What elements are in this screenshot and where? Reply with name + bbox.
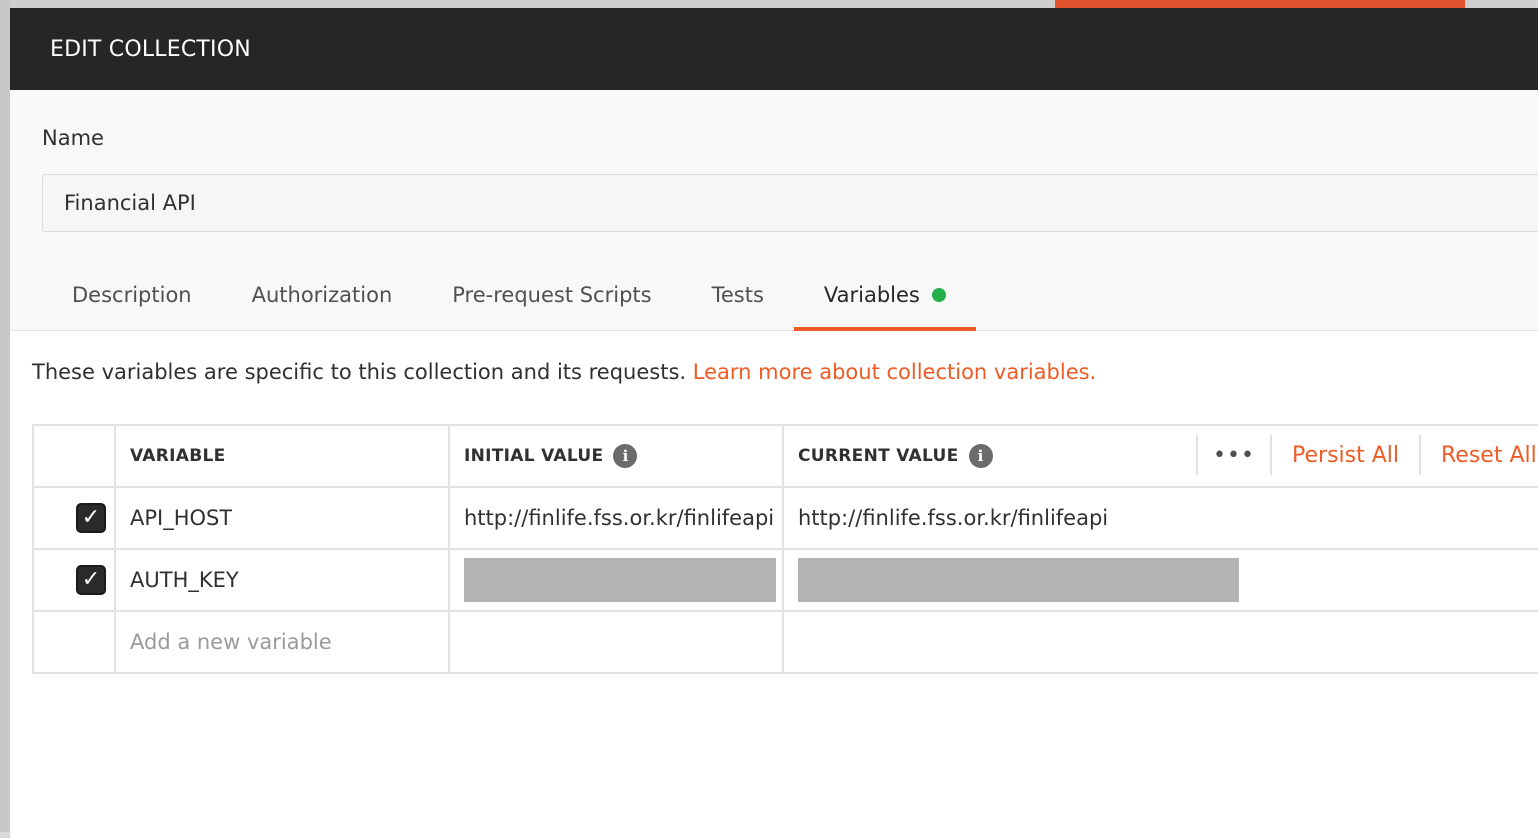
variable-key: API_HOST bbox=[130, 506, 233, 530]
info-icon[interactable]: i bbox=[968, 444, 993, 468]
more-options-button[interactable]: ••• bbox=[1198, 443, 1270, 468]
collection-settings-area: Name Financial API Description Authoriza… bbox=[10, 90, 1538, 331]
table-row: ✓ API_HOST http://finlife.fss.or.kr/finl… bbox=[34, 488, 1538, 550]
collection-tabs: Description Authorization Pre-request Sc… bbox=[42, 260, 976, 331]
tab-pre-request-scripts[interactable]: Pre-request Scripts bbox=[422, 260, 681, 330]
variables-indicator-dot bbox=[931, 288, 946, 302]
checkmark-icon: ✓ bbox=[81, 505, 101, 530]
initial-value: http://finlife.fss.or.kr/finlifeapi bbox=[464, 506, 775, 530]
header-current-value-label: CURRENT VALUE bbox=[798, 446, 959, 466]
new-initial-value-cell[interactable] bbox=[450, 612, 784, 672]
info-icon[interactable]: i bbox=[613, 444, 638, 468]
header-checkbox-cell bbox=[34, 426, 116, 486]
variable-key-cell[interactable]: AUTH_KEY bbox=[116, 550, 450, 610]
tab-authorization[interactable]: Authorization bbox=[222, 260, 423, 330]
redacted-initial-value bbox=[464, 558, 776, 602]
current-value: http://finlife.fss.or.kr/finlifeapi bbox=[798, 506, 1109, 530]
variable-key-cell[interactable]: API_HOST bbox=[116, 488, 450, 548]
row-checkbox-cell bbox=[34, 612, 116, 672]
current-value-cell[interactable] bbox=[784, 550, 1538, 610]
header-initial-value-label: INITIAL VALUE bbox=[464, 446, 604, 466]
tab-pre-request-scripts-label: Pre-request Scripts bbox=[452, 283, 652, 307]
header-variable-label: VARIABLE bbox=[130, 446, 226, 466]
backdrop-left-strip bbox=[0, 0, 10, 832]
tab-variables-label: Variables bbox=[823, 283, 920, 307]
backdrop-button-edge bbox=[1055, 0, 1465, 8]
checkmark-icon: ✓ bbox=[81, 567, 101, 592]
variables-description: These variables are specific to this col… bbox=[32, 360, 1096, 384]
tab-description-label: Description bbox=[72, 283, 192, 307]
new-variable-row: Add a new variable bbox=[34, 612, 1538, 674]
enabled-checkbox[interactable]: ✓ bbox=[76, 565, 106, 595]
persist-all-button[interactable]: Persist All bbox=[1272, 443, 1419, 468]
variable-key: AUTH_KEY bbox=[130, 568, 239, 592]
new-variable-key-cell[interactable]: Add a new variable bbox=[116, 612, 450, 672]
header-variable: VARIABLE bbox=[116, 426, 450, 486]
current-value-cell[interactable]: http://finlife.fss.or.kr/finlifeapi bbox=[784, 488, 1538, 548]
header-current-value: CURRENT VALUE i ••• Persist All Reset Al… bbox=[784, 426, 1538, 486]
table-header-actions: ••• Persist All Reset All bbox=[1196, 426, 1538, 484]
add-variable-placeholder: Add a new variable bbox=[130, 630, 332, 654]
initial-value-cell[interactable]: http://finlife.fss.or.kr/finlifeapi bbox=[450, 488, 784, 548]
variables-description-text: These variables are specific to this col… bbox=[32, 360, 687, 384]
modal-title: EDIT COLLECTION bbox=[50, 36, 251, 62]
modal-header: EDIT COLLECTION bbox=[10, 8, 1538, 90]
collection-name-input[interactable]: Financial API bbox=[42, 174, 1538, 232]
table-row: ✓ AUTH_KEY bbox=[34, 550, 1538, 612]
learn-more-link[interactable]: Learn more about collection variables. bbox=[693, 360, 1096, 384]
tab-variables[interactable]: Variables bbox=[793, 260, 976, 331]
tab-description[interactable]: Description bbox=[42, 260, 222, 330]
new-current-value-cell[interactable] bbox=[784, 612, 1538, 672]
variables-table: VARIABLE INITIAL VALUE i CURRENT VALUE i… bbox=[32, 424, 1538, 674]
redacted-current-value bbox=[798, 558, 1239, 602]
tab-tests-label: Tests bbox=[711, 283, 764, 307]
collection-name-value: Financial API bbox=[64, 191, 196, 215]
reset-all-button[interactable]: Reset All bbox=[1421, 443, 1538, 468]
row-checkbox-cell: ✓ bbox=[34, 550, 116, 610]
name-label: Name bbox=[42, 126, 104, 150]
tab-authorization-label: Authorization bbox=[251, 283, 393, 307]
tab-tests[interactable]: Tests bbox=[682, 260, 794, 330]
initial-value-cell[interactable] bbox=[450, 550, 784, 610]
table-header-row: VARIABLE INITIAL VALUE i CURRENT VALUE i… bbox=[34, 426, 1538, 488]
header-initial-value: INITIAL VALUE i bbox=[450, 426, 784, 486]
row-checkbox-cell: ✓ bbox=[34, 488, 116, 548]
enabled-checkbox[interactable]: ✓ bbox=[76, 503, 106, 533]
edit-collection-modal: EDIT COLLECTION Name Financial API Descr… bbox=[10, 8, 1538, 838]
